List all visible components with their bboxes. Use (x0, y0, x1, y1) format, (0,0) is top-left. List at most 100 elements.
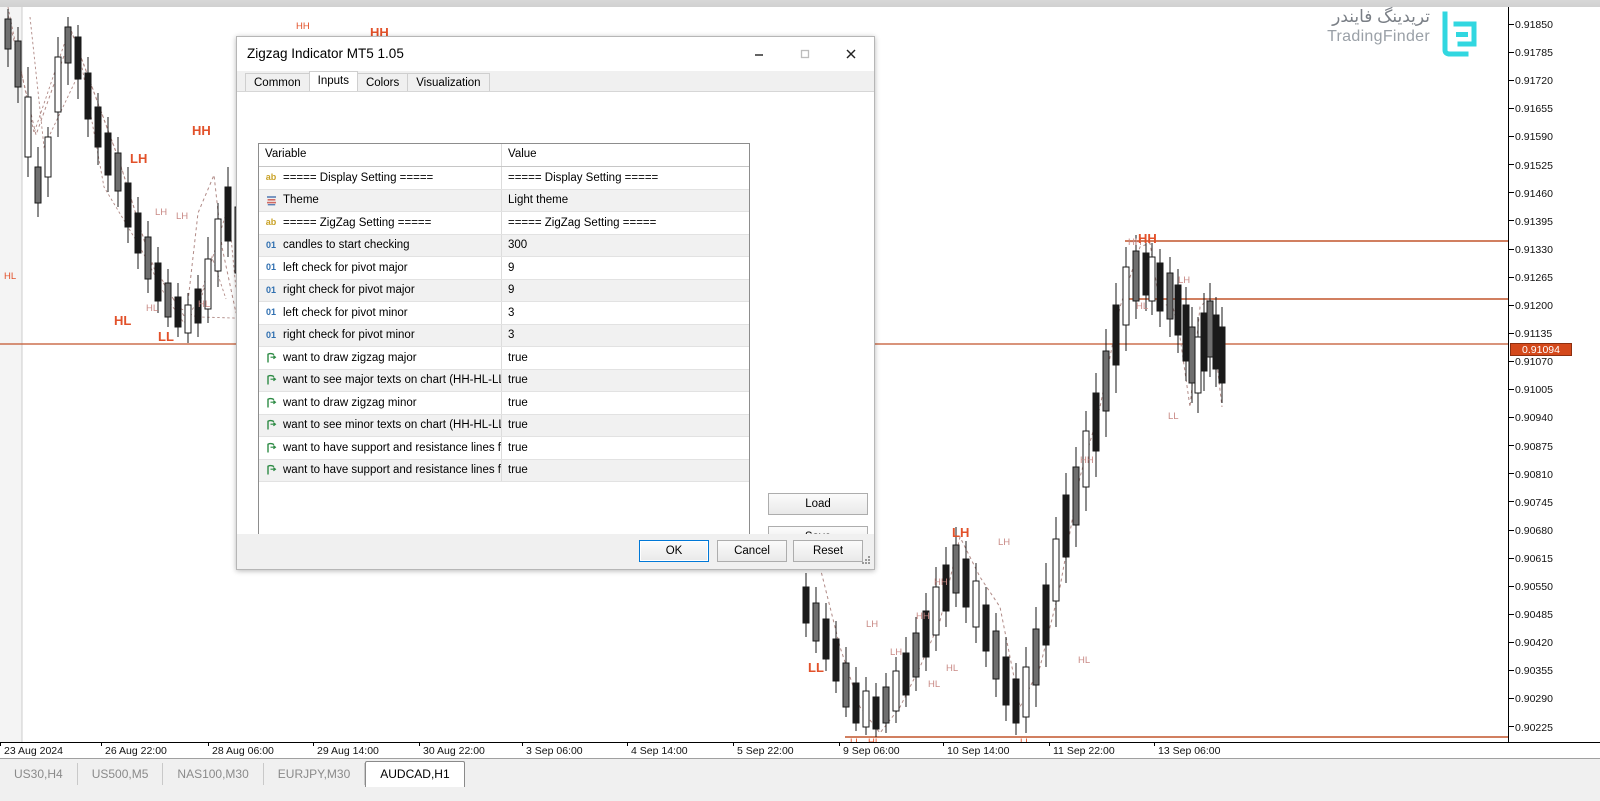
symbol-tab-eurjpy-m30[interactable]: EURJPY,M30 (264, 763, 365, 785)
row-variable-cell[interactable]: want to see major texts on chart (HH-HL-… (259, 370, 502, 392)
column-header-value: Value (502, 144, 749, 166)
integer-icon: 01 (264, 329, 278, 342)
dialog-tab-common[interactable]: Common (245, 73, 310, 91)
integer-icon: 01 (264, 284, 278, 297)
price-tick: 0.91785 (1509, 47, 1553, 59)
row-value-cell[interactable]: ===== Display Setting ===== (502, 172, 749, 184)
minimize-icon[interactable] (736, 37, 782, 71)
time-tick: 5 Sep 22:00 (737, 745, 794, 757)
dialog-tab-colors[interactable]: Colors (357, 73, 408, 91)
row-variable-cell[interactable]: 01left check for pivot major (259, 257, 502, 279)
row-value-cell[interactable]: 9 (502, 262, 749, 274)
integer-icon: 01 (264, 306, 278, 319)
row-value-cell[interactable]: true (502, 374, 749, 386)
row-variable-cell[interactable]: 01 candles to start checking (259, 235, 502, 257)
row-value-cell[interactable]: true (502, 397, 749, 409)
inputs-grid-row[interactable]: ab===== Display Setting ========== Displ… (259, 167, 749, 190)
row-variable-cell[interactable]: want to draw zigzag minor (259, 392, 502, 414)
symbol-tab-us500-m5[interactable]: US500,M5 (78, 763, 164, 785)
inputs-grid-rows: ab===== Display Setting ========== Displ… (259, 167, 749, 482)
inputs-grid-row[interactable]: want to see minor texts on chart (HH-HL-… (259, 415, 749, 438)
svg-text:HH: HH (192, 123, 211, 138)
string-icon: ab (264, 216, 278, 229)
cancel-button[interactable]: Cancel (717, 540, 787, 562)
row-value-cell[interactable]: 3 (502, 329, 749, 341)
inputs-grid-row[interactable]: want to have support and resistance line… (259, 460, 749, 483)
row-value-cell[interactable]: 3 (502, 307, 749, 319)
reset-button[interactable]: Reset (793, 540, 863, 562)
symbol-tab-nas100-m30[interactable]: NAS100,M30 (163, 763, 263, 785)
bool-icon (264, 374, 278, 387)
dialog-tab-inputs[interactable]: Inputs (309, 71, 358, 91)
resize-grip[interactable] (862, 556, 872, 566)
price-tick: 0.91850 (1509, 19, 1553, 31)
row-variable-cell[interactable]: 01left check for pivot minor (259, 302, 502, 324)
svg-text:HL: HL (146, 303, 158, 314)
inputs-grid-row[interactable]: want to see major texts on chart (HH-HL-… (259, 370, 749, 393)
price-axis[interactable]: 0.918500.917850.917200.916550.915900.915… (1508, 7, 1600, 742)
inputs-grid-row[interactable]: want to have support and resistance line… (259, 437, 749, 460)
close-icon[interactable] (828, 37, 874, 71)
row-variable-cell[interactable]: ab===== Display Setting ===== (259, 167, 502, 189)
price-tick: 0.91135 (1509, 328, 1552, 340)
load-button[interactable]: Load (768, 493, 868, 515)
row-variable-label: candles to start checking (283, 239, 410, 251)
symbol-tab-us30-h4[interactable]: US30,H4 (0, 763, 78, 785)
maximize-icon[interactable] (782, 37, 828, 71)
symbol-tab-audcad-h1[interactable]: AUDCAD,H1 (365, 761, 464, 787)
price-tick: 0.90420 (1509, 637, 1553, 649)
bool-icon (264, 396, 278, 409)
row-variable-cell[interactable]: Theme (259, 190, 502, 212)
row-value-cell[interactable]: ===== ZigZag Setting ===== (502, 217, 749, 229)
price-tick: 0.90940 (1509, 412, 1553, 424)
symbol-tab-list: US30,H4US500,M5NAS100,M30EURJPY,M30AUDCA… (0, 761, 465, 785)
row-variable-cell[interactable]: 01right check for pivot minor (259, 325, 502, 347)
price-tick: 0.90680 (1509, 525, 1553, 537)
inputs-grid-row[interactable]: 01left check for pivot major9 (259, 257, 749, 280)
ok-button[interactable]: OK (639, 540, 709, 562)
price-tick: 0.90745 (1509, 497, 1553, 509)
row-variable-cell[interactable]: want to have support and resistance line… (259, 460, 502, 482)
row-variable-label: left check for pivot major (283, 262, 408, 274)
row-value-cell[interactable]: true (502, 352, 749, 364)
indicator-settings-dialog[interactable]: Zigzag Indicator MT5 1.05 CommonInputsCo… (236, 36, 875, 570)
inputs-grid-row[interactable]: 01 candles to start checking 300 (259, 235, 749, 258)
price-tick: 0.91200 (1509, 300, 1553, 312)
price-tick: 0.91005 (1509, 384, 1553, 396)
inputs-grid-row[interactable]: want to draw zigzag minor true (259, 392, 749, 415)
inputs-grid[interactable]: Variable Value ab===== Display Setting =… (258, 143, 750, 552)
row-value-cell[interactable]: true (502, 442, 749, 454)
row-variable-label: want to draw zigzag minor (283, 397, 417, 409)
row-variable-label: Theme (283, 194, 319, 206)
dialog-body: Variable Value ab===== Display Setting =… (237, 91, 874, 535)
time-tick: 28 Aug 06:00 (212, 745, 274, 757)
time-axis[interactable]: 23 Aug 202426 Aug 22:0028 Aug 06:0029 Au… (0, 742, 1600, 759)
price-tick: 0.91265 (1509, 272, 1553, 284)
row-value-cell[interactable]: 9 (502, 284, 749, 296)
inputs-grid-row[interactable]: ab===== ZigZag Setting ========== ZigZag… (259, 212, 749, 235)
row-variable-label: want to see major texts on chart (HH-HL-… (283, 374, 501, 386)
row-value-cell[interactable]: true (502, 419, 749, 431)
row-value-cell[interactable]: true (502, 464, 749, 476)
row-variable-cell[interactable]: want to see minor texts on chart (HH-HL-… (259, 415, 502, 437)
svg-text:HH: HH (916, 611, 930, 622)
price-tick: 0.91720 (1509, 75, 1553, 87)
row-variable-cell[interactable]: ab===== ZigZag Setting ===== (259, 212, 502, 234)
row-variable-cell[interactable]: want to draw zigzag major (259, 347, 502, 369)
row-value-cell[interactable]: Light theme (502, 194, 749, 206)
inputs-grid-row[interactable]: Theme Light theme (259, 190, 749, 213)
integer-icon: 01 (264, 239, 278, 252)
inputs-grid-row[interactable]: want to draw zigzag majortrue (259, 347, 749, 370)
row-variable-cell[interactable]: 01right check for pivot major (259, 280, 502, 302)
dialog-tab-visualization[interactable]: Visualization (407, 73, 489, 91)
inputs-grid-row[interactable]: 01right check for pivot minor3 (259, 325, 749, 348)
svg-text:LH: LH (890, 647, 902, 658)
row-variable-cell[interactable]: want to have support and resistance line… (259, 437, 502, 459)
row-value-cell[interactable]: 300 (502, 239, 749, 251)
inputs-grid-row[interactable]: 01right check for pivot major9 (259, 280, 749, 303)
inputs-grid-row[interactable]: 01left check for pivot minor3 (259, 302, 749, 325)
price-tick: 0.91590 (1509, 131, 1553, 143)
dialog-titlebar[interactable]: Zigzag Indicator MT5 1.05 (237, 37, 874, 71)
svg-text:HL: HL (114, 313, 131, 328)
time-tick: 3 Sep 06:00 (526, 745, 583, 757)
